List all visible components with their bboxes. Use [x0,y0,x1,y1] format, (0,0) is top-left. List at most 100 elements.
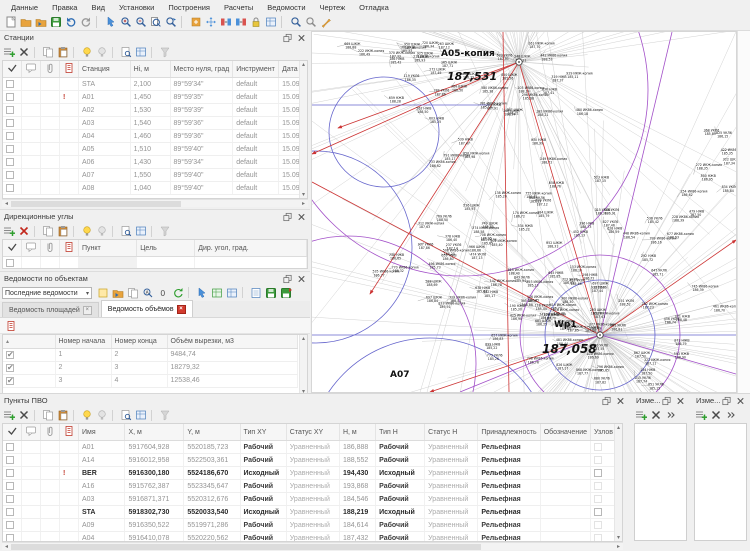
row-checkbox[interactable] [6,80,14,88]
row-checkbox[interactable] [6,534,14,542]
lamp-off-icon[interactable] [95,409,109,422]
refresh-icon[interactable] [171,287,185,300]
column-header[interactable]: Объём вырезки, м3 [167,335,297,348]
delete-icon[interactable] [17,225,31,238]
save-icon[interactable] [48,15,63,29]
column-header[interactable] [22,424,41,441]
column-header[interactable]: Пункт [79,240,137,257]
pvo-row[interactable]: STA5918302,7305520033,540ИсходныйУравнен… [3,506,622,519]
table-view-icon[interactable] [134,409,148,422]
preview-icon[interactable] [119,225,133,238]
paste-icon[interactable] [56,225,70,238]
station-row[interactable]: A061,43089°59'34"default15.09 [3,156,307,169]
overflow-chevrons-icon[interactable] [664,409,678,422]
float-panel-icon[interactable] [282,32,293,43]
column-header[interactable] [3,240,22,257]
row-checkbox[interactable] [6,158,14,166]
undo-icon[interactable] [63,15,78,29]
filter-icon[interactable] [158,46,172,59]
reports-vertical-scrollbar[interactable]: ▴▾ [299,335,307,395]
row-checkbox[interactable] [6,351,14,359]
column-header[interactable] [60,61,79,78]
row-checkbox[interactable] [594,443,602,451]
empty-row[interactable] [3,257,307,270]
close-panel-icon[interactable] [735,395,746,406]
column-header[interactable]: Принадлежность [478,424,540,441]
pvo-row[interactable]: A045916410,0785520220,562РабочийУравненн… [3,532,622,543]
close-panel-icon[interactable] [296,211,307,222]
row-checkbox[interactable] [6,443,14,451]
station-row[interactable]: A021,53089°59'39"default15.09 [3,104,307,117]
fit-view-icon[interactable] [203,15,218,29]
save-all-icon[interactable] [279,287,293,300]
row-checkbox[interactable] [6,377,14,385]
stations-horizontal-scrollbar[interactable]: ◂ ▸ [2,199,308,207]
column-header[interactable] [22,61,41,78]
row-checkbox[interactable] [6,521,14,529]
column-header[interactable]: Имя [79,424,125,441]
row-checkbox[interactable] [6,482,14,490]
column-header[interactable]: Тип H [376,424,425,441]
panel-out-icon[interactable] [233,15,248,29]
copy-icon[interactable] [41,46,55,59]
menu-item-1[interactable]: Правка [45,2,84,13]
column-header[interactable]: Цель [137,240,195,257]
open-file-icon[interactable] [18,15,33,29]
menu-item-7[interactable]: Чертеж [313,2,353,13]
column-header[interactable]: Hi, м [130,61,170,78]
paste-icon[interactable] [56,409,70,422]
column-header[interactable]: Тип XY [240,424,286,441]
table-view-icon[interactable] [134,46,148,59]
report-sheet-icon[interactable] [4,319,18,332]
search-icon[interactable] [288,15,303,29]
column-header[interactable]: Инструмент [233,61,279,78]
row-checkbox[interactable] [6,508,14,516]
report-row[interactable]: 2318279,32 [3,361,297,374]
column-header[interactable]: Обозначение [540,424,590,441]
copy-icon[interactable] [41,409,55,422]
find-icon[interactable]: A [141,287,155,300]
station-row[interactable]: A081,04089°59'40"default15.09 [3,182,307,195]
column-header[interactable]: Дир. угол, град. [195,240,307,257]
preview-icon[interactable] [119,46,133,59]
lock-icon[interactable] [248,15,263,29]
sheet-icon[interactable] [96,287,110,300]
add-row-icon[interactable] [2,409,16,422]
map-canvas[interactable]: 850 ШКЖ185,56319 НЖВ187,37103 ИК86-копия… [312,32,736,392]
new-file-icon[interactable] [3,15,18,29]
grid-icon[interactable] [263,15,278,29]
row-checkbox[interactable] [594,495,602,503]
panel-in-icon[interactable] [218,15,233,29]
filter-icon[interactable] [158,409,172,422]
pick-icon[interactable] [195,287,209,300]
column-header[interactable]: Номер начала [55,335,111,348]
float-panel-icon[interactable] [282,273,293,284]
float-panel-icon[interactable] [282,211,293,222]
copy-icon[interactable] [41,225,55,238]
lamp-on-icon[interactable] [80,46,94,59]
close-panel-icon[interactable] [675,395,686,406]
row-checkbox[interactable] [6,132,14,140]
menu-item-3[interactable]: Установки [112,2,161,13]
zoom-prev-icon[interactable] [163,15,178,29]
float-panel-icon[interactable] [721,395,732,406]
column-header[interactable] [41,61,60,78]
lamp-off-icon[interactable] [95,225,109,238]
row-checkbox[interactable] [594,508,602,516]
column-header[interactable]: Статус XY [286,424,339,441]
float-panel-icon[interactable] [661,395,672,406]
column-header[interactable]: Y, м [184,424,240,441]
column-header[interactable] [22,240,41,257]
menu-item-5[interactable]: Расчеты [217,2,260,13]
column-header[interactable] [3,61,22,78]
row-checkbox[interactable] [594,469,602,477]
zero-icon[interactable]: 0 [156,287,170,300]
table-view-icon[interactable] [134,225,148,238]
station-row[interactable]: A041,46089°59'36"default15.09 [3,130,307,143]
pvo-row[interactable]: A165915762,3875523345,647РабочийУравненн… [3,480,622,493]
row-checkbox[interactable] [6,495,14,503]
column-header[interactable] [41,424,60,441]
column-header[interactable]: ▴ [3,335,55,348]
filter-icon[interactable] [158,225,172,238]
station-row[interactable]: STA2,10089°59'34"default15.09 [3,78,307,91]
